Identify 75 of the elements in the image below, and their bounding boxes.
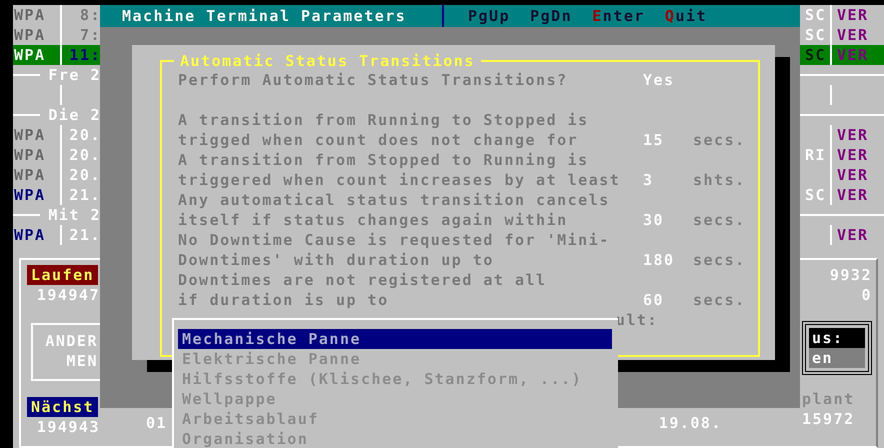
date-text: 19.08. [658,413,722,433]
order-number: 194943 [36,417,100,437]
order-number: 194947 [36,285,100,305]
unit-label: secs. [693,250,747,270]
table-cell-text: VER [836,165,870,185]
setting-text: A transition from Running to Stopped is [178,110,590,130]
table-cell-text: 20. [68,165,101,185]
setting-text: if duration is up to [178,290,390,310]
setting-value[interactable]: 3 [643,170,693,190]
setting-text: triggered when count increases by at least [178,170,622,190]
status-text: us: [809,328,865,348]
count-value: 0 [860,285,872,305]
table-cell-text: VER [836,125,870,145]
table-cell: WPA [13,125,62,145]
setting-text: A transition from Stopped to Running is [178,150,590,170]
job-row[interactable]: WPA 8: [13,5,101,25]
day-separator: Fre 2 [48,65,101,85]
setting-text: Downtimes are not registered at all [178,270,548,290]
setting-text: No Downtime Cause is requested for 'Mini- [178,230,611,250]
table-cell-text: VER [836,185,870,205]
table-cell-text: 21. [68,185,101,205]
unit-label: secs. [693,130,747,150]
status-label: Laufen [27,265,98,285]
unit-label: shts. [693,170,747,190]
table-cell-text: VER [836,45,870,65]
job-row[interactable]: WPA 20. [13,165,101,185]
plant-value: 15972 [802,409,856,429]
table-cell-text: 11: [68,45,101,65]
setting-text: trigged when count does not change for [178,130,580,150]
status-label: Nächst [27,397,98,417]
window-title: Machine Terminal Parameters [122,5,444,27]
setting-value[interactable]: Yes [643,70,693,90]
setting-text: Downtimes' with duration up to [178,250,495,270]
table-cell: WPA [13,185,62,205]
table-cell-text: 20. [68,125,101,145]
unit-label: secs. [693,290,747,310]
status-text: en [809,348,865,368]
setting-value[interactable]: 180 [643,250,693,270]
key-hint[interactable]: PgDn [530,6,572,26]
table-cell: WPA [13,145,62,165]
day-separator: Mit 2 [48,205,101,225]
table-cell-text: 8: [78,5,101,25]
menu-label: MEN [66,351,98,371]
table-cell: WPA [13,45,62,65]
setting-value[interactable]: 30 [643,210,693,230]
table-cell-text: VER [836,5,870,25]
job-row[interactable]: WPA 20. [13,145,101,165]
table-cell: WPA [13,5,62,25]
count-value: 9932 [828,265,872,285]
key-hint[interactable]: Quit [664,6,708,26]
key-hint[interactable]: Enter [592,6,645,26]
setting-text: Perform Automatic Status Transitions? [178,70,569,90]
job-row[interactable]: WPA 21. [13,225,101,245]
table-cell: WPA [13,225,62,245]
table-cell: WPA [13,165,62,185]
table-cell-text: VER [836,225,870,245]
table-cell: 01 [146,413,168,433]
unit-label: secs. [693,210,747,230]
menu-label: ANDER [45,331,98,351]
key-hint[interactable]: PgUp [468,6,510,26]
list-item[interactable]: Mechanische Panne [178,329,612,349]
job-row[interactable]: WPA 11: [13,45,101,65]
setting-value[interactable]: 60 [643,290,693,310]
setting-text: Any automatical status transition cancels [178,190,611,210]
setting-value[interactable]: 15 [643,130,693,150]
table-cell-text: 7: [78,25,101,45]
job-row[interactable]: WPA 21. [13,185,101,205]
day-separator: Die 2 [48,105,101,125]
job-row[interactable]: WPA 20. [13,125,101,145]
table-cell-text: 20. [68,145,101,165]
table-cell-text: 21. [68,225,101,245]
job-row[interactable]: SC VER [800,45,884,65]
table-cell-text: VER [836,25,870,45]
setting-text: itself if status changes again within [178,210,569,230]
table-cell-text: VER [836,145,870,165]
